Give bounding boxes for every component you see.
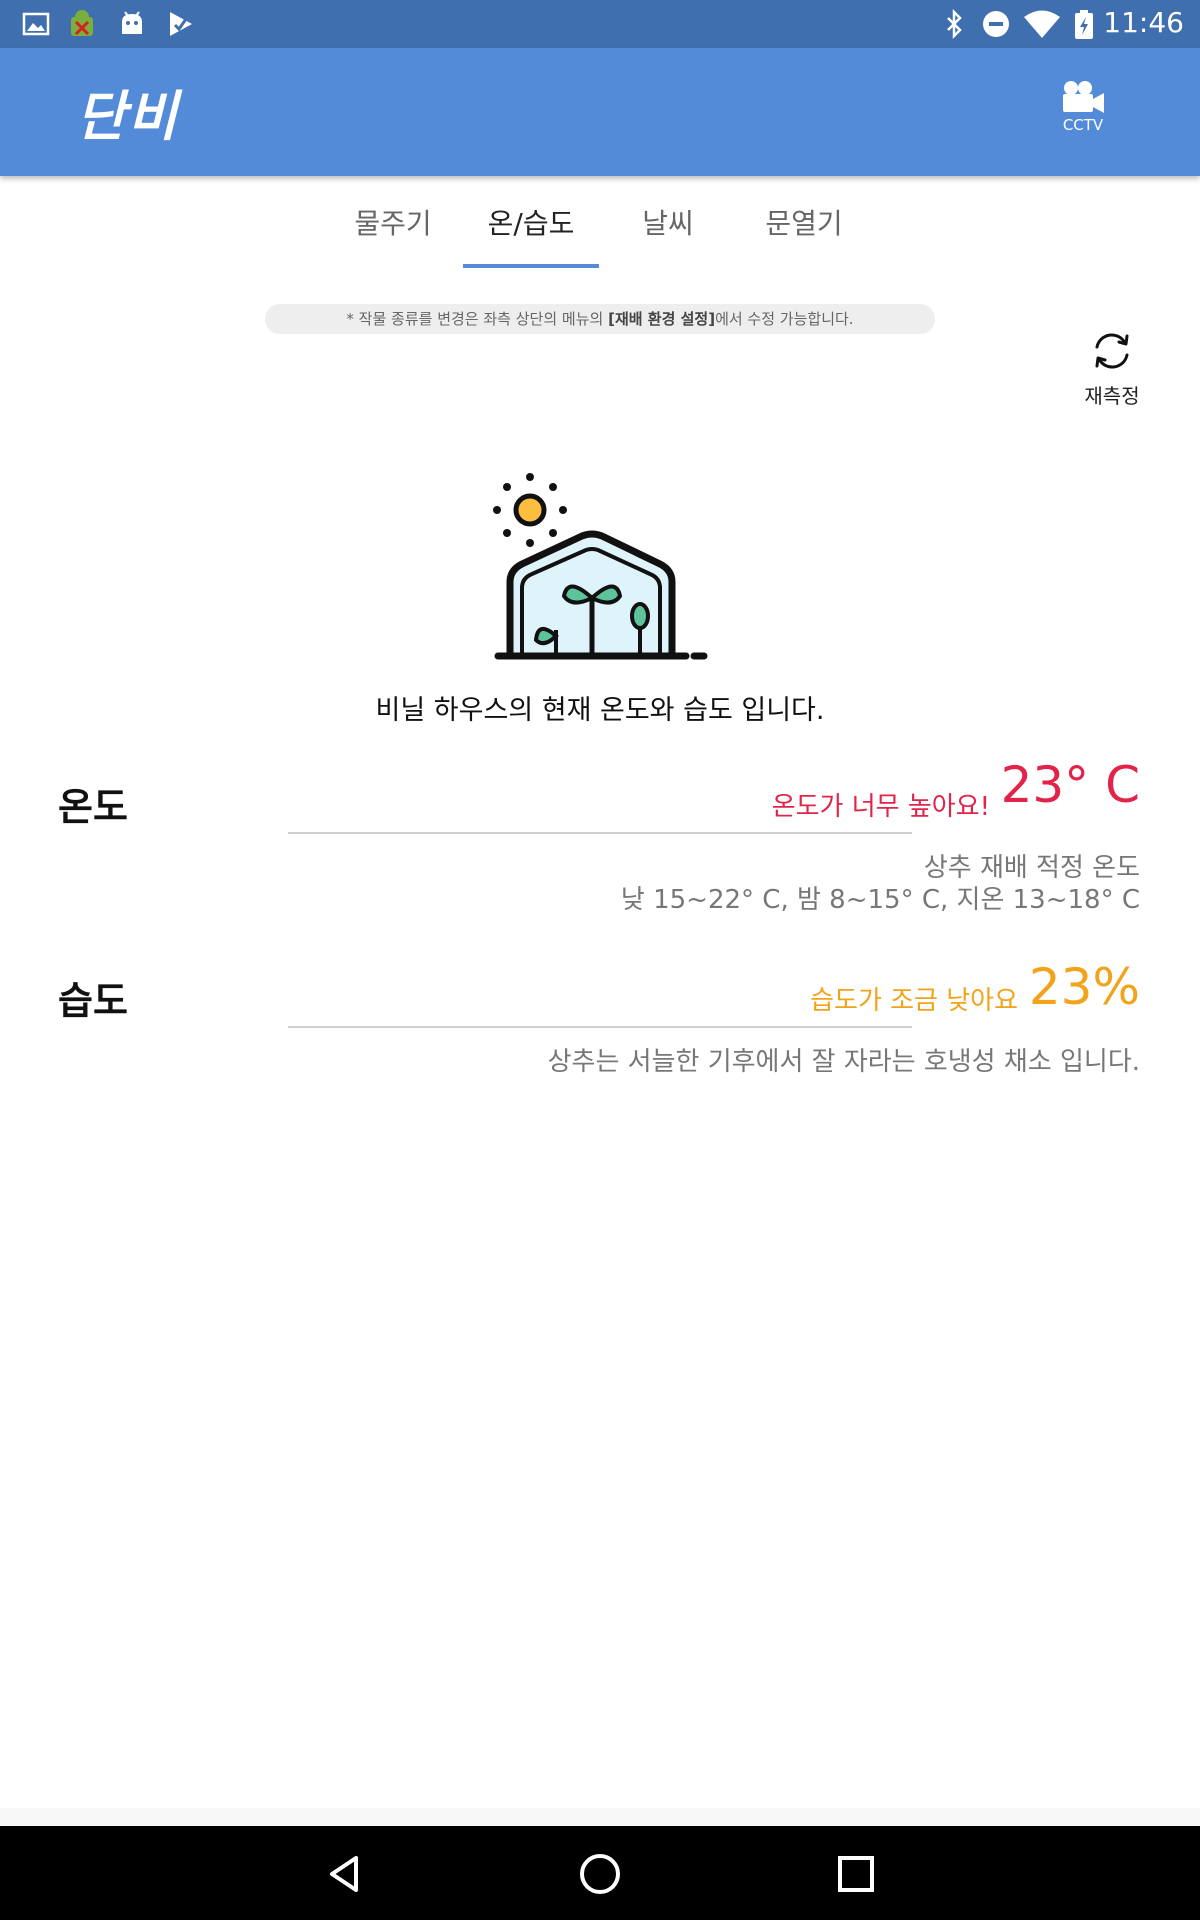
temperature-divider: [288, 832, 912, 834]
temperature-info: 상추 재배 적정 온도 낮 15~22° C, 밤 8~15° C, 지온 13…: [621, 852, 1140, 916]
cctv-label: CCTV: [1062, 116, 1104, 134]
temperature-info-title: 상추 재배 적정 온도: [923, 853, 1140, 883]
android-robot-icon: [116, 8, 148, 40]
humidity-label: 습도: [58, 979, 128, 1023]
temperature-value: 23° C: [1000, 756, 1140, 814]
remeasure-button[interactable]: 재측정: [1076, 328, 1148, 409]
tab-temp-humidity[interactable]: 온/습도: [463, 176, 599, 272]
status-time: 11:46: [1103, 6, 1184, 39]
notice-suffix: 에서 수정 가능합니다.: [715, 310, 854, 328]
recents-icon[interactable]: [828, 1846, 884, 1902]
notice-banner: * 작물 종류를 변경은 좌측 상단의 메뉴의 [재배 환경 설정]에서 수정 …: [265, 304, 935, 334]
bottom-strip: [0, 1808, 1200, 1826]
tab-bar: 물주기 온/습도 날씨 문열기: [0, 176, 1200, 272]
humidity-value: 23%: [1028, 958, 1140, 1016]
greenhouse-icon: [493, 473, 708, 660]
sun-icon: [493, 473, 567, 547]
temperature-label: 온도: [58, 785, 128, 829]
humidity-status: 습도가 조금 낮아요: [810, 986, 1018, 1016]
bluetooth-icon: [938, 8, 970, 40]
tab-watering[interactable]: 물주기: [325, 176, 461, 272]
do-not-disturb-icon: [980, 8, 1012, 40]
humidity-divider: [288, 1026, 912, 1028]
video-camera-icon: [1063, 81, 1104, 113]
temperature-info-range: 낮 15~22° C, 밤 8~15° C, 지온 13~18° C: [620, 885, 1140, 915]
refresh-icon: [1095, 333, 1129, 369]
notice-emphasis: [재배 환경 설정]: [608, 310, 716, 328]
play-store-icon: [164, 8, 196, 40]
cctv-button[interactable]: CCTV: [1040, 74, 1126, 154]
notice-prefix: * 작물 종류를 변경은 좌측 상단의 메뉴의: [346, 310, 609, 328]
status-bar: 11:46: [0, 0, 1200, 48]
back-icon[interactable]: [318, 1846, 374, 1902]
humidity-info: 상추는 서늘한 기후에서 잘 자라는 호냉성 채소 입니다.: [547, 1047, 1140, 1077]
app-title: 단비: [76, 85, 180, 148]
app-bar: 단비 CCTV: [0, 48, 1200, 176]
remeasure-label: 재측정: [1084, 384, 1140, 408]
wifi-icon: [1022, 8, 1062, 40]
temperature-status: 온도가 너무 높아요!: [771, 792, 990, 822]
tab-door-open[interactable]: 문열기: [736, 176, 872, 272]
tab-weather[interactable]: 날씨: [600, 176, 736, 272]
android-debug-icon: [66, 8, 98, 40]
home-icon[interactable]: [572, 1846, 628, 1902]
image-icon: [20, 8, 52, 40]
battery-charging-icon: [1068, 8, 1100, 40]
navigation-bar: [0, 1826, 1200, 1920]
page-subtitle: 비닐 하우스의 현재 온도와 습도 입니다.: [375, 695, 825, 726]
